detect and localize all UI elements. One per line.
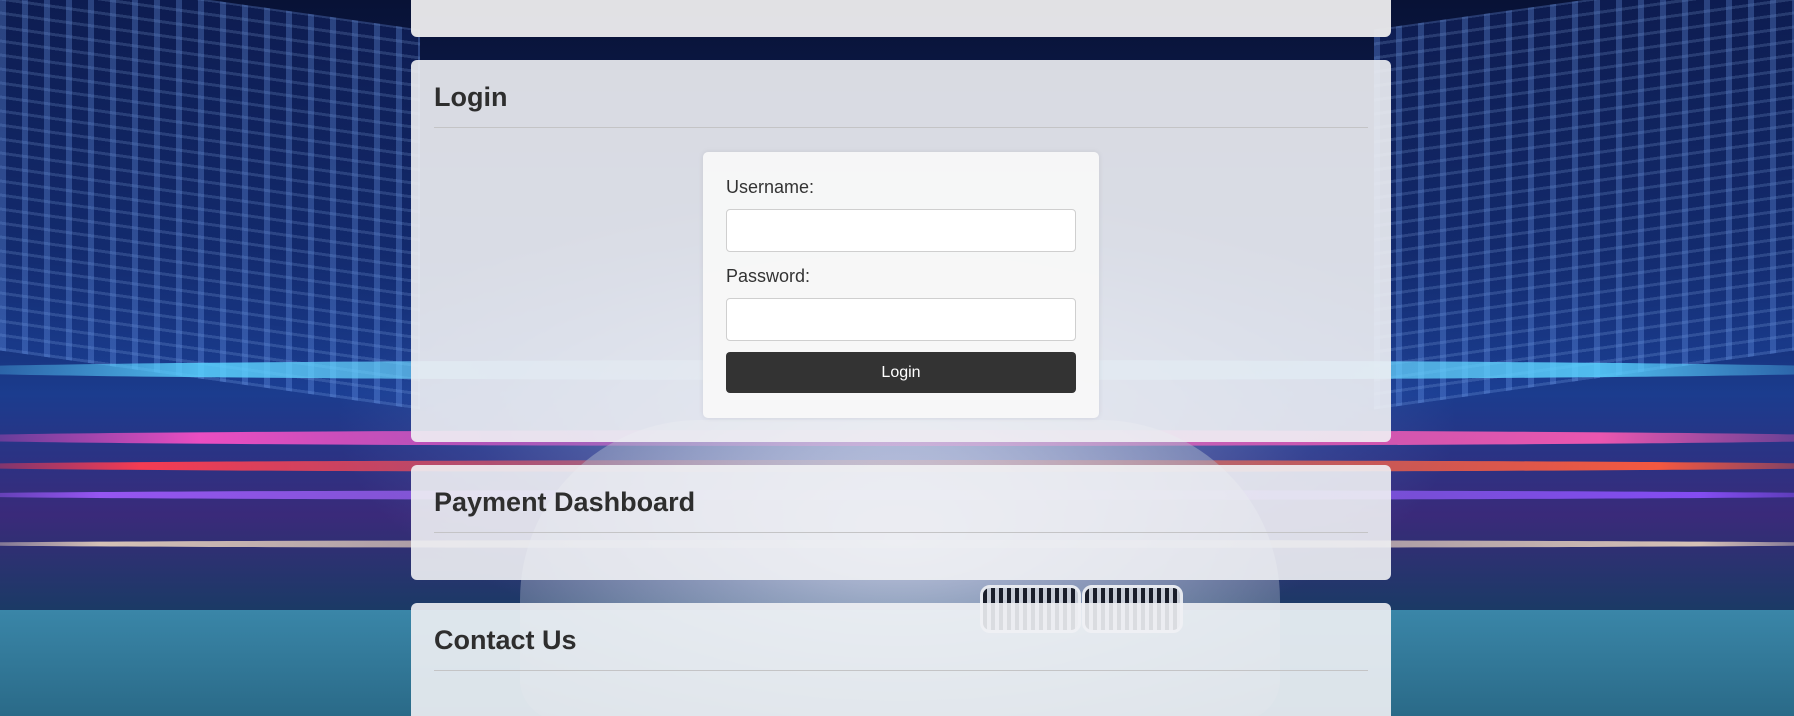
login-button[interactable]: Login <box>726 352 1076 393</box>
contact-us-section: Contact Us <box>411 603 1391 716</box>
section-divider <box>434 532 1368 533</box>
payment-dashboard-section: Payment Dashboard <box>411 465 1391 580</box>
password-input[interactable] <box>726 298 1076 341</box>
login-section-title: Login <box>434 82 508 112</box>
top-panel <box>411 0 1391 37</box>
section-divider <box>434 127 1368 128</box>
username-label: Username: <box>726 177 815 197</box>
password-label: Password: <box>726 266 811 286</box>
contact-us-title: Contact Us <box>434 625 577 655</box>
login-section: Login Username: Password: Login <box>411 60 1391 442</box>
username-input[interactable] <box>726 209 1076 252</box>
city-buildings-left <box>0 0 420 410</box>
login-form: Username: Password: Login <box>703 152 1099 418</box>
payment-dashboard-title: Payment Dashboard <box>434 487 696 517</box>
section-divider <box>434 670 1368 671</box>
city-buildings-right <box>1374 0 1794 410</box>
